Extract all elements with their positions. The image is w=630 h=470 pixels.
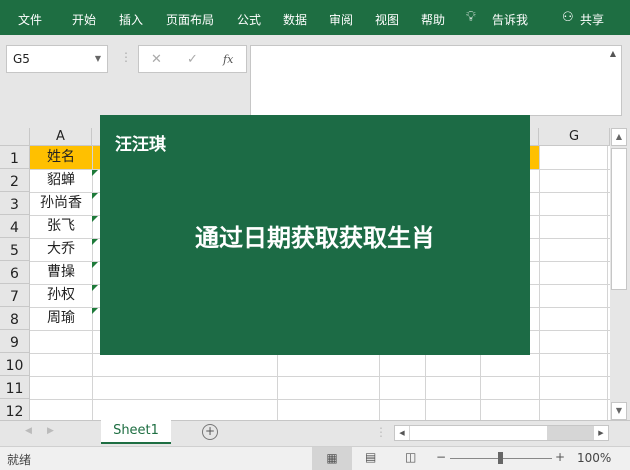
chevron-down-icon[interactable]: ▼ [95, 54, 101, 63]
page-layout-view-icon[interactable]: ▤ [365, 450, 376, 464]
next-sheet-icon[interactable]: ▶ [47, 426, 54, 436]
menu-data[interactable]: 数据 [283, 11, 307, 28]
cancel-icon[interactable]: ✕ [151, 52, 162, 67]
cell-a7[interactable]: 孙权 [30, 284, 92, 307]
cell-a6[interactable]: 曹操 [30, 261, 92, 284]
row-header[interactable]: 12 [0, 399, 30, 420]
status-text: 就绪 [7, 453, 32, 467]
row-header[interactable]: 9 [0, 330, 30, 353]
name-box[interactable]: G5 ▼ [6, 45, 108, 73]
error-indicator [92, 308, 98, 314]
menu-view[interactable]: 视图 [375, 11, 399, 28]
sheet-tab-sheet1[interactable]: Sheet1 [101, 420, 171, 444]
menu-insert[interactable]: 插入 [119, 11, 143, 28]
error-indicator [92, 170, 98, 176]
menu-review[interactable]: 审阅 [329, 11, 353, 28]
tell-me-search[interactable]: 告诉我 [492, 11, 528, 28]
row-header[interactable]: 10 [0, 353, 30, 376]
error-indicator [92, 216, 98, 222]
row-header[interactable]: 6 [0, 261, 30, 284]
error-indicator [92, 285, 98, 291]
formula-input[interactable]: ▲ [250, 45, 622, 116]
share-button[interactable]: 共享 [580, 11, 604, 28]
cell-a8[interactable]: 周瑜 [30, 307, 92, 330]
name-box-value: G5 [13, 52, 30, 66]
zoom-in-button[interactable]: + [555, 450, 565, 464]
banner-title: 通过日期获取获取生肖 [195, 224, 435, 252]
cell-a3[interactable]: 孙尚香 [30, 192, 92, 215]
collapse-icon[interactable]: ▲ [610, 49, 616, 58]
scroll-down-icon[interactable]: ▼ [611, 402, 627, 420]
formula-buttons: ✕ ✓ fx [138, 45, 247, 73]
page-break-view-icon[interactable]: ◫ [405, 450, 416, 464]
error-indicator [92, 193, 98, 199]
cell-a4[interactable]: 张飞 [30, 215, 92, 238]
hscroll-thumb[interactable] [410, 426, 547, 440]
row-header[interactable]: 3 [0, 192, 30, 215]
row-header[interactable]: 1 [0, 146, 30, 169]
row-header[interactable]: 4 [0, 215, 30, 238]
row-header[interactable]: 8 [0, 307, 30, 330]
title-banner: 汪汪琪 通过日期获取获取生肖 [100, 115, 530, 355]
column-header-g[interactable]: G [539, 128, 610, 146]
error-indicator [92, 239, 98, 245]
cell-a1[interactable]: 姓名 [30, 146, 92, 169]
row-header[interactable]: 7 [0, 284, 30, 307]
menu-formulas[interactable]: 公式 [237, 11, 261, 28]
menu-help[interactable]: 帮助 [421, 11, 445, 28]
menu-home[interactable]: 开始 [72, 11, 96, 28]
cell-a2[interactable]: 貂蝉 [30, 169, 92, 192]
status-bar: 就绪 ▦ ▤ ◫ − + 100% [0, 446, 630, 470]
select-all-corner[interactable] [0, 128, 30, 146]
add-sheet-button[interactable]: + [202, 424, 218, 440]
author-label: 汪汪琪 [115, 135, 166, 155]
zoom-out-button[interactable]: − [436, 450, 446, 464]
row-header[interactable]: 5 [0, 238, 30, 261]
zoom-slider-thumb[interactable] [498, 452, 503, 464]
horizontal-scrollbar[interactable]: ◀ ▶ [394, 425, 609, 441]
split-handle-icon[interactable]: ⋮ [375, 425, 387, 439]
error-indicator [92, 262, 98, 268]
row-header[interactable]: 11 [0, 376, 30, 399]
cell-a5[interactable]: 大乔 [30, 238, 92, 261]
lightbulb-icon: 💡︎ [466, 9, 476, 25]
column-header-a[interactable]: A [30, 128, 92, 146]
row-header[interactable]: 2 [0, 169, 30, 192]
sheet-tab-bar: ◀ ▶ Sheet1 + ⋮ ◀ ▶ [0, 420, 630, 446]
enter-icon[interactable]: ✓ [187, 52, 198, 67]
prev-sheet-icon[interactable]: ◀ [25, 426, 32, 436]
drag-handle-icon[interactable]: ⋮ [120, 50, 132, 64]
menu-page-layout[interactable]: 页面布局 [166, 11, 214, 28]
user-icon: ⚇ [562, 10, 574, 25]
menu-file[interactable]: 文件 [18, 11, 42, 28]
vertical-scrollbar[interactable]: ▲ ▼ [610, 128, 628, 420]
insert-function-icon[interactable]: fx [223, 53, 233, 66]
scroll-left-icon[interactable]: ◀ [395, 426, 409, 440]
zoom-level[interactable]: 100% [577, 451, 611, 465]
scroll-thumb[interactable] [611, 148, 627, 290]
scroll-up-icon[interactable]: ▲ [611, 128, 627, 146]
scroll-right-icon[interactable]: ▶ [594, 426, 608, 440]
normal-view-icon[interactable]: ▦ [312, 447, 352, 470]
ribbon-menu-bar: 文件 开始 插入 页面布局 公式 数据 审阅 视图 帮助 💡︎ 告诉我 ⚇ 共享 [0, 0, 630, 35]
